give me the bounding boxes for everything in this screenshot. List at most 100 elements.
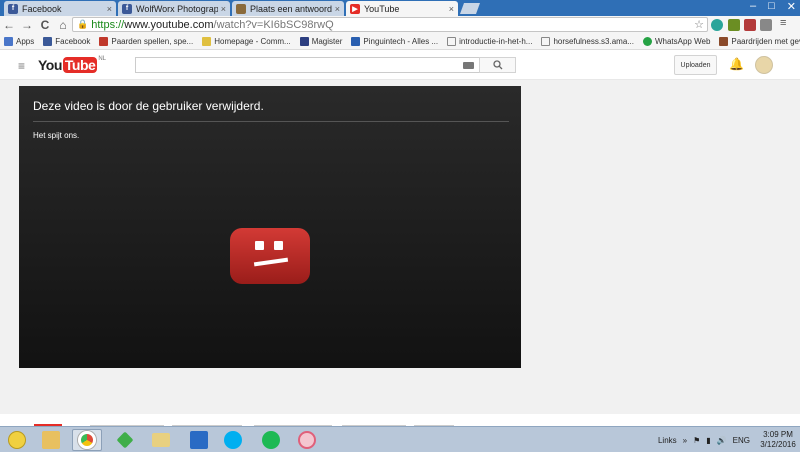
bookmark-star-icon[interactable]: ☆ [694,18,704,31]
windows-taskbar: Links » ⚑ ▮ 🔊 ENG 3:09 PM 3/12/2016 [0,426,800,452]
system-clock[interactable]: 3:09 PM 3/12/2016 [756,430,800,450]
extension-icon[interactable] [760,19,772,31]
bookmark-label: Facebook [55,37,91,46]
logo-region: NL [98,56,106,62]
video-player: Deze video is door de gebruiker verwijde… [19,86,521,368]
tab-close-icon[interactable]: × [221,4,226,14]
taskbar-sims[interactable] [110,429,140,451]
search-icon [492,60,502,70]
tab-close-icon[interactable]: × [107,4,112,14]
bookmark-homepage[interactable]: Homepage - Comm... [202,37,291,46]
menu-icon[interactable]: ≡ [780,17,792,29]
facebook-icon: f [122,3,132,14]
bookmarks-bar: Apps Facebook Paarden spellen, spe... Ho… [0,34,800,50]
tab-plaats-antwoord[interactable]: Plaats een antwoord • Bol × [232,1,344,16]
bookmark-facebook[interactable]: Facebook [43,37,90,46]
bookmark-label: Magister [311,37,343,46]
footer-peek [0,414,800,427]
bookmark-label: Pinguintech - Alles ... [363,37,439,46]
action-center-icon[interactable]: ⚑ [693,436,700,445]
language-indicator[interactable]: ENG [733,436,750,445]
bookmark-apps[interactable]: Apps [4,37,34,46]
tab-youtube[interactable]: ▶ YouTube × [346,1,458,16]
network-icon[interactable]: ▮ [706,436,710,445]
taskbar-skype[interactable] [218,429,248,451]
upload-button[interactable]: Uploaden [674,55,717,75]
reload-button[interactable]: C [36,18,54,32]
bookmark-whatsapp[interactable]: WhatsApp Web [642,37,711,46]
extension-icon[interactable] [744,19,756,31]
taskbar-chrome[interactable] [72,429,102,451]
avatar[interactable] [755,56,773,74]
system-tray: Links » ⚑ ▮ 🔊 ENG 3:09 PM 3/12/2016 [658,427,800,452]
taskbar-paint-app[interactable] [292,429,322,451]
youtube-icon: ▶ [350,3,360,14]
facebook-icon [43,37,53,46]
new-tab-button[interactable] [459,3,481,14]
tab-label: Plaats een antwoord • Bol [250,3,332,14]
document-icon [541,37,551,46]
taskbar-mail[interactable] [184,429,214,451]
url-path: /watch?v=KI6bSC98rwQ [213,18,334,31]
lock-icon: 🔒 [77,19,89,29]
taskbar-spotify[interactable] [256,429,286,451]
bookmark-paardrijden[interactable]: Paardrijden met gev... [719,37,800,46]
bookmark-label: WhatsApp Web [654,37,711,46]
show-hidden-icons-icon[interactable]: » [683,436,687,445]
bookmark-pinguintech[interactable]: Pinguintech - Alles ... [351,37,438,46]
bookmark-label: Paarden spellen, spe... [111,37,194,46]
sad-face-right-eye [274,241,283,250]
apps-grid-icon [4,37,13,46]
bookmark-label: Apps [16,37,35,46]
taskbar-folder[interactable] [146,429,176,451]
search-input[interactable] [135,57,480,73]
start-button[interactable] [2,429,32,451]
browser-tab-strip: f Facebook × f WolfWorx Photography × Pl… [0,0,800,16]
bookmark-magister[interactable]: Magister [299,37,343,46]
skype-icon [224,431,242,449]
bookmark-label: Paardrijden met gev... [731,37,800,46]
links-toolbar[interactable]: Links [658,436,677,445]
url-scheme: https:// [91,18,125,31]
search-button[interactable] [479,57,516,73]
close-window-button[interactable]: ✕ [787,0,796,13]
tab-close-icon[interactable]: × [335,4,340,14]
minimize-button[interactable]: – [750,0,756,13]
pinguintech-icon [351,37,361,46]
horse-icon [99,37,109,46]
keyboard-icon[interactable] [463,62,474,69]
volume-icon[interactable]: 🔊 [717,436,727,445]
error-subtitle: Het spijt ons. [33,131,80,140]
bookmark-paarden-spellen[interactable]: Paarden spellen, spe... [99,37,193,46]
extension-icon[interactable] [711,19,723,31]
sad-face-left-eye [255,241,264,250]
homepage-icon [202,37,212,46]
error-title: Deze video is door de gebruiker verwijde… [33,99,264,113]
document-icon [447,37,457,46]
sad-face-mouth [253,257,289,267]
mail-icon [190,431,208,449]
youtube-logo[interactable]: You Tube NL [38,56,106,73]
home-button[interactable]: ⌂ [54,18,72,32]
guide-menu-icon[interactable]: ≡ [18,59,25,73]
taskbar-file-explorer[interactable] [36,429,66,451]
url-host: www.youtube.com [124,18,214,31]
clock-time: 3:09 PM [763,430,793,439]
notifications-bell-icon[interactable]: 🔔 [729,57,744,71]
file-explorer-icon [42,431,60,449]
smiley-icon [8,431,26,449]
spotify-icon [262,431,280,449]
tab-wolfworx[interactable]: f WolfWorx Photography × [118,1,230,16]
whatsapp-icon [642,37,652,46]
back-button[interactable]: ← [0,18,18,32]
extension-icon[interactable] [728,19,740,31]
bookmark-horsefulness[interactable]: horsefulness.s3.ama... [541,37,634,46]
address-bar[interactable]: 🔒 https:// www.youtube.com /watch?v=KI6b… [72,17,708,32]
bookmark-introductie[interactable]: introductie-in-het-h... [447,37,532,46]
tab-facebook[interactable]: f Facebook × [4,1,116,16]
tab-close-icon[interactable]: × [449,4,454,14]
logo-tube-text: Tube [62,57,98,73]
forward-button[interactable]: → [18,18,36,32]
maximize-button[interactable]: □ [768,0,775,13]
tab-label: Facebook [22,3,62,14]
